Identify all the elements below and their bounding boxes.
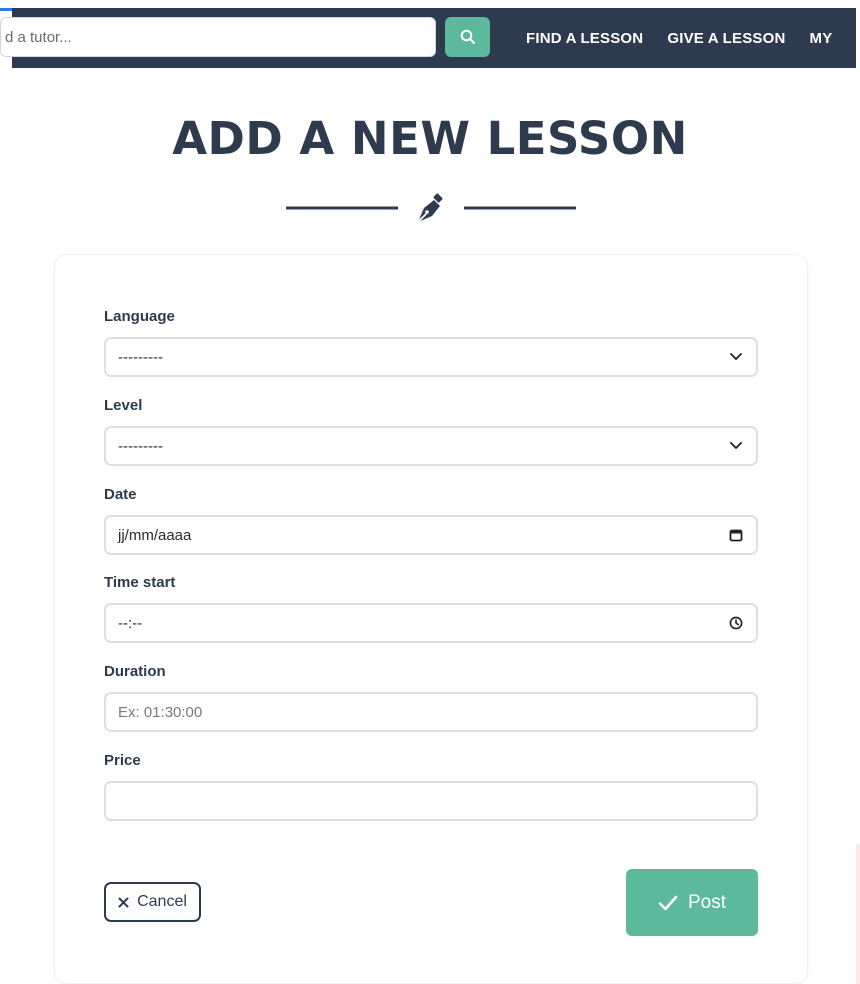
duration-label: Duration	[104, 663, 166, 680]
level-label: Level	[104, 397, 143, 414]
post-button-label: Post	[687, 891, 727, 913]
nav-link-give-a-lesson[interactable]: GIVE A LESSON	[667, 30, 785, 47]
fountain-pen-icon	[417, 193, 443, 223]
language-select-value: ---------	[118, 348, 163, 366]
page-title: ADD A NEW LESSON	[172, 112, 688, 165]
cancel-button[interactable]: Cancel	[104, 882, 201, 922]
price-label: Price	[104, 752, 141, 769]
chevron-down-icon	[728, 349, 744, 365]
page: FIND A LESSON GIVE A LESSON MY ADD A NEW…	[0, 0, 860, 984]
date-label: Date	[104, 486, 137, 503]
duration-field	[104, 692, 758, 732]
navbar: FIND A LESSON GIVE A LESSON MY	[0, 8, 856, 68]
chevron-down-icon	[728, 438, 744, 454]
search-icon	[460, 29, 476, 45]
nav-links: FIND A LESSON GIVE A LESSON MY	[526, 8, 832, 68]
time-start-input[interactable]: --:--	[104, 603, 758, 643]
price-input[interactable]	[118, 783, 744, 819]
language-label: Language	[104, 308, 175, 325]
calendar-icon[interactable]	[728, 527, 744, 543]
date-input[interactable]: jj/mm/aaaa	[104, 515, 758, 555]
search-input[interactable]	[0, 17, 436, 57]
nav-link-find-a-lesson[interactable]: FIND A LESSON	[526, 30, 643, 47]
time-start-input-value: --:--	[118, 614, 143, 632]
edge-accent-strip	[856, 844, 860, 984]
clock-icon[interactable]	[728, 615, 744, 631]
level-select[interactable]: ---------	[104, 426, 758, 466]
date-input-value: jj/mm/aaaa	[118, 526, 192, 544]
title-divider	[286, 188, 576, 228]
check-icon	[658, 895, 678, 911]
cancel-button-label: Cancel	[137, 893, 187, 910]
nav-link-my[interactable]: MY	[810, 30, 833, 47]
duration-input[interactable]	[118, 694, 744, 730]
close-icon	[118, 897, 129, 908]
time-start-label: Time start	[104, 574, 176, 591]
search-button[interactable]	[445, 17, 490, 57]
language-select[interactable]: ---------	[104, 337, 758, 377]
level-select-value: ---------	[118, 437, 163, 455]
price-field	[104, 781, 758, 821]
post-button[interactable]: Post	[626, 869, 758, 936]
